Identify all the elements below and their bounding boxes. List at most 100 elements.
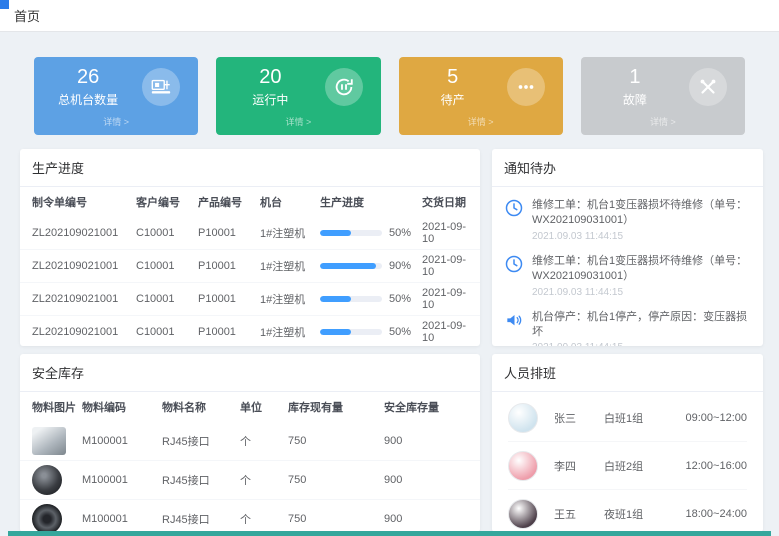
- notification-item[interactable]: 维修工单：机台1变压器损坏待维修（单号：WX202109031001）2021.…: [504, 248, 751, 304]
- cell-date: 2021-09-10: [420, 316, 480, 347]
- cell-order: ZL202109021001: [20, 250, 134, 283]
- cell-order: ZL202109021001: [20, 316, 134, 347]
- schedule-row: 王五夜班1组18:00~24:00: [508, 490, 747, 532]
- stat-card-total[interactable]: 26总机台数量详情 >: [34, 57, 198, 135]
- column-header: 安全库存量: [382, 392, 480, 422]
- dashboard-grid: 生产进度 制令单编号客户编号产品编号机台生产进度交货日期 ZL202109021…: [20, 149, 763, 532]
- clock-icon: [504, 254, 524, 274]
- stat-label: 总机台数量: [34, 91, 142, 108]
- column-header: 产品编号: [196, 187, 258, 217]
- cell-order: ZL202109021001: [20, 217, 134, 250]
- table-row: ZL202109021001C10001P100011#注塑机 50% 2021-0…: [20, 316, 480, 347]
- stat-card-fault[interactable]: 1故障详情 >: [581, 57, 745, 135]
- stat-detail-link[interactable]: 详情 >: [399, 115, 563, 128]
- notifications-panel: 通知待办 维修工单：机台1变压器损坏待维修（单号：WX202109031001）…: [492, 149, 763, 346]
- avatar: [508, 403, 538, 433]
- stat-card-running[interactable]: 20运行中详情 >: [216, 57, 380, 135]
- stat-detail-link[interactable]: 详情 >: [581, 115, 745, 128]
- tab-home[interactable]: 首页: [14, 6, 40, 25]
- progress-bar: [320, 263, 382, 269]
- cell-image: [20, 422, 80, 460]
- stat-card-text: 20运行中: [216, 66, 324, 108]
- column-header: 交货日期: [420, 187, 480, 217]
- stat-card-standby[interactable]: 5待产详情 >: [399, 57, 563, 135]
- stat-card-text: 1故障: [581, 66, 689, 108]
- cell-customer: C10001: [134, 283, 196, 316]
- person-shift: 白班1组: [604, 410, 670, 426]
- cell-image: [20, 499, 80, 532]
- cell-date: 2021-09-10: [420, 217, 480, 250]
- cell-product: P10001: [196, 283, 258, 316]
- column-header: 物料图片: [20, 392, 80, 422]
- inventory-body: M100001RJ45接口个750900M100001RJ45接口个750900…: [20, 422, 480, 532]
- notification-time: 2021.09.03 11:44:15: [532, 287, 751, 298]
- ellipsis-icon: [507, 68, 545, 106]
- cell-date: 2021-09-10: [420, 283, 480, 316]
- cell-machine: 1#注塑机: [258, 316, 318, 347]
- production-body: ZL202109021001C10001P100011#注塑机50%2021-0…: [20, 217, 480, 346]
- cell-machine: 1#注塑机: [258, 283, 318, 316]
- panel-title-notifications: 通知待办: [492, 149, 763, 187]
- machine-icon: [142, 68, 180, 106]
- cell-unit: 个: [238, 422, 286, 460]
- notification-text: 机台停产：机台1停产，停产原因：变压器损坏: [532, 310, 751, 341]
- stat-label: 待产: [399, 91, 507, 108]
- stat-card-main: 26总机台数量: [34, 66, 198, 108]
- person-time: 18:00~24:00: [670, 508, 747, 520]
- clock-icon: [504, 198, 524, 218]
- progress-bar: [320, 230, 382, 236]
- production-progress-panel: 生产进度 制令单编号客户编号产品编号机台生产进度交货日期 ZL202109021…: [20, 149, 480, 346]
- column-header: 物料名称: [160, 392, 238, 422]
- column-header: 单位: [238, 392, 286, 422]
- stat-cards-row: 26总机台数量详情 >20运行中详情 >5待产详情 >1故障详情 >: [34, 57, 745, 135]
- tools-icon: [689, 68, 727, 106]
- progress-percent: 50%: [389, 227, 411, 239]
- cell-unit: 个: [238, 460, 286, 499]
- running-icon: [325, 68, 363, 106]
- corner-accent: [0, 0, 9, 9]
- cell-progress: 50%: [318, 316, 420, 347]
- progress-bar: [320, 329, 382, 335]
- cell-customer: C10001: [134, 250, 196, 283]
- progress-percent: 50%: [389, 326, 411, 338]
- stat-label: 故障: [581, 91, 689, 108]
- column-header: 客户编号: [134, 187, 196, 217]
- person-name: 张三: [554, 410, 604, 426]
- column-header: 机台: [258, 187, 318, 217]
- notification-item[interactable]: 机台停产：机台1停产，停产原因：变压器损坏2021.09.03 11:44:15: [504, 304, 751, 346]
- production-header-row: 制令单编号客户编号产品编号机台生产进度交货日期: [20, 187, 480, 217]
- cell-progress: 50%: [318, 283, 420, 316]
- person-shift: 白班2组: [604, 458, 670, 474]
- stat-card-text: 5待产: [399, 66, 507, 108]
- inventory-header-row: 物料图片物料编码物料名称单位库存现有量安全库存量: [20, 392, 480, 422]
- cell-code: M100001: [80, 422, 160, 460]
- person-time: 09:00~12:00: [670, 412, 747, 424]
- material-image-rj45-connector: [32, 427, 66, 455]
- notification-body: 维修工单：机台1变压器损坏待维修（单号：WX202109031001）2021.…: [532, 254, 751, 298]
- column-header: 物料编码: [80, 392, 160, 422]
- notification-time: 2021.09.03 11:44:15: [532, 342, 751, 346]
- stat-detail-link[interactable]: 详情 >: [216, 115, 380, 128]
- cell-customer: C10001: [134, 316, 196, 347]
- stat-label: 运行中: [216, 91, 324, 108]
- panel-title-schedule: 人员排班: [492, 354, 763, 392]
- cell-safety: 900: [382, 460, 480, 499]
- cell-product: P10001: [196, 316, 258, 347]
- cell-stock: 750: [286, 460, 382, 499]
- cell-date: 2021-09-10: [420, 250, 480, 283]
- table-row: M100001RJ45接口个750900: [20, 499, 480, 532]
- person-name: 李四: [554, 458, 604, 474]
- cell-machine: 1#注塑机: [258, 250, 318, 283]
- column-header: 库存现有量: [286, 392, 382, 422]
- cell-unit: 个: [238, 499, 286, 532]
- cell-safety: 900: [382, 422, 480, 460]
- stat-card-main: 1故障: [581, 66, 745, 108]
- stat-detail-link[interactable]: 详情 >: [34, 115, 198, 128]
- progress-bar: [320, 296, 382, 302]
- schedule-row: 张三白班1组09:00~12:00: [508, 394, 747, 442]
- cell-stock: 750: [286, 422, 382, 460]
- table-row: ZL202109021001C10001P100011#注塑机50%2021-0…: [20, 283, 480, 316]
- notification-item[interactable]: 维修工单：机台1变压器损坏待维修（单号：WX202109031001）2021.…: [504, 192, 751, 248]
- cell-machine: 1#注塑机: [258, 217, 318, 250]
- panel-title-inventory: 安全库存: [20, 354, 480, 392]
